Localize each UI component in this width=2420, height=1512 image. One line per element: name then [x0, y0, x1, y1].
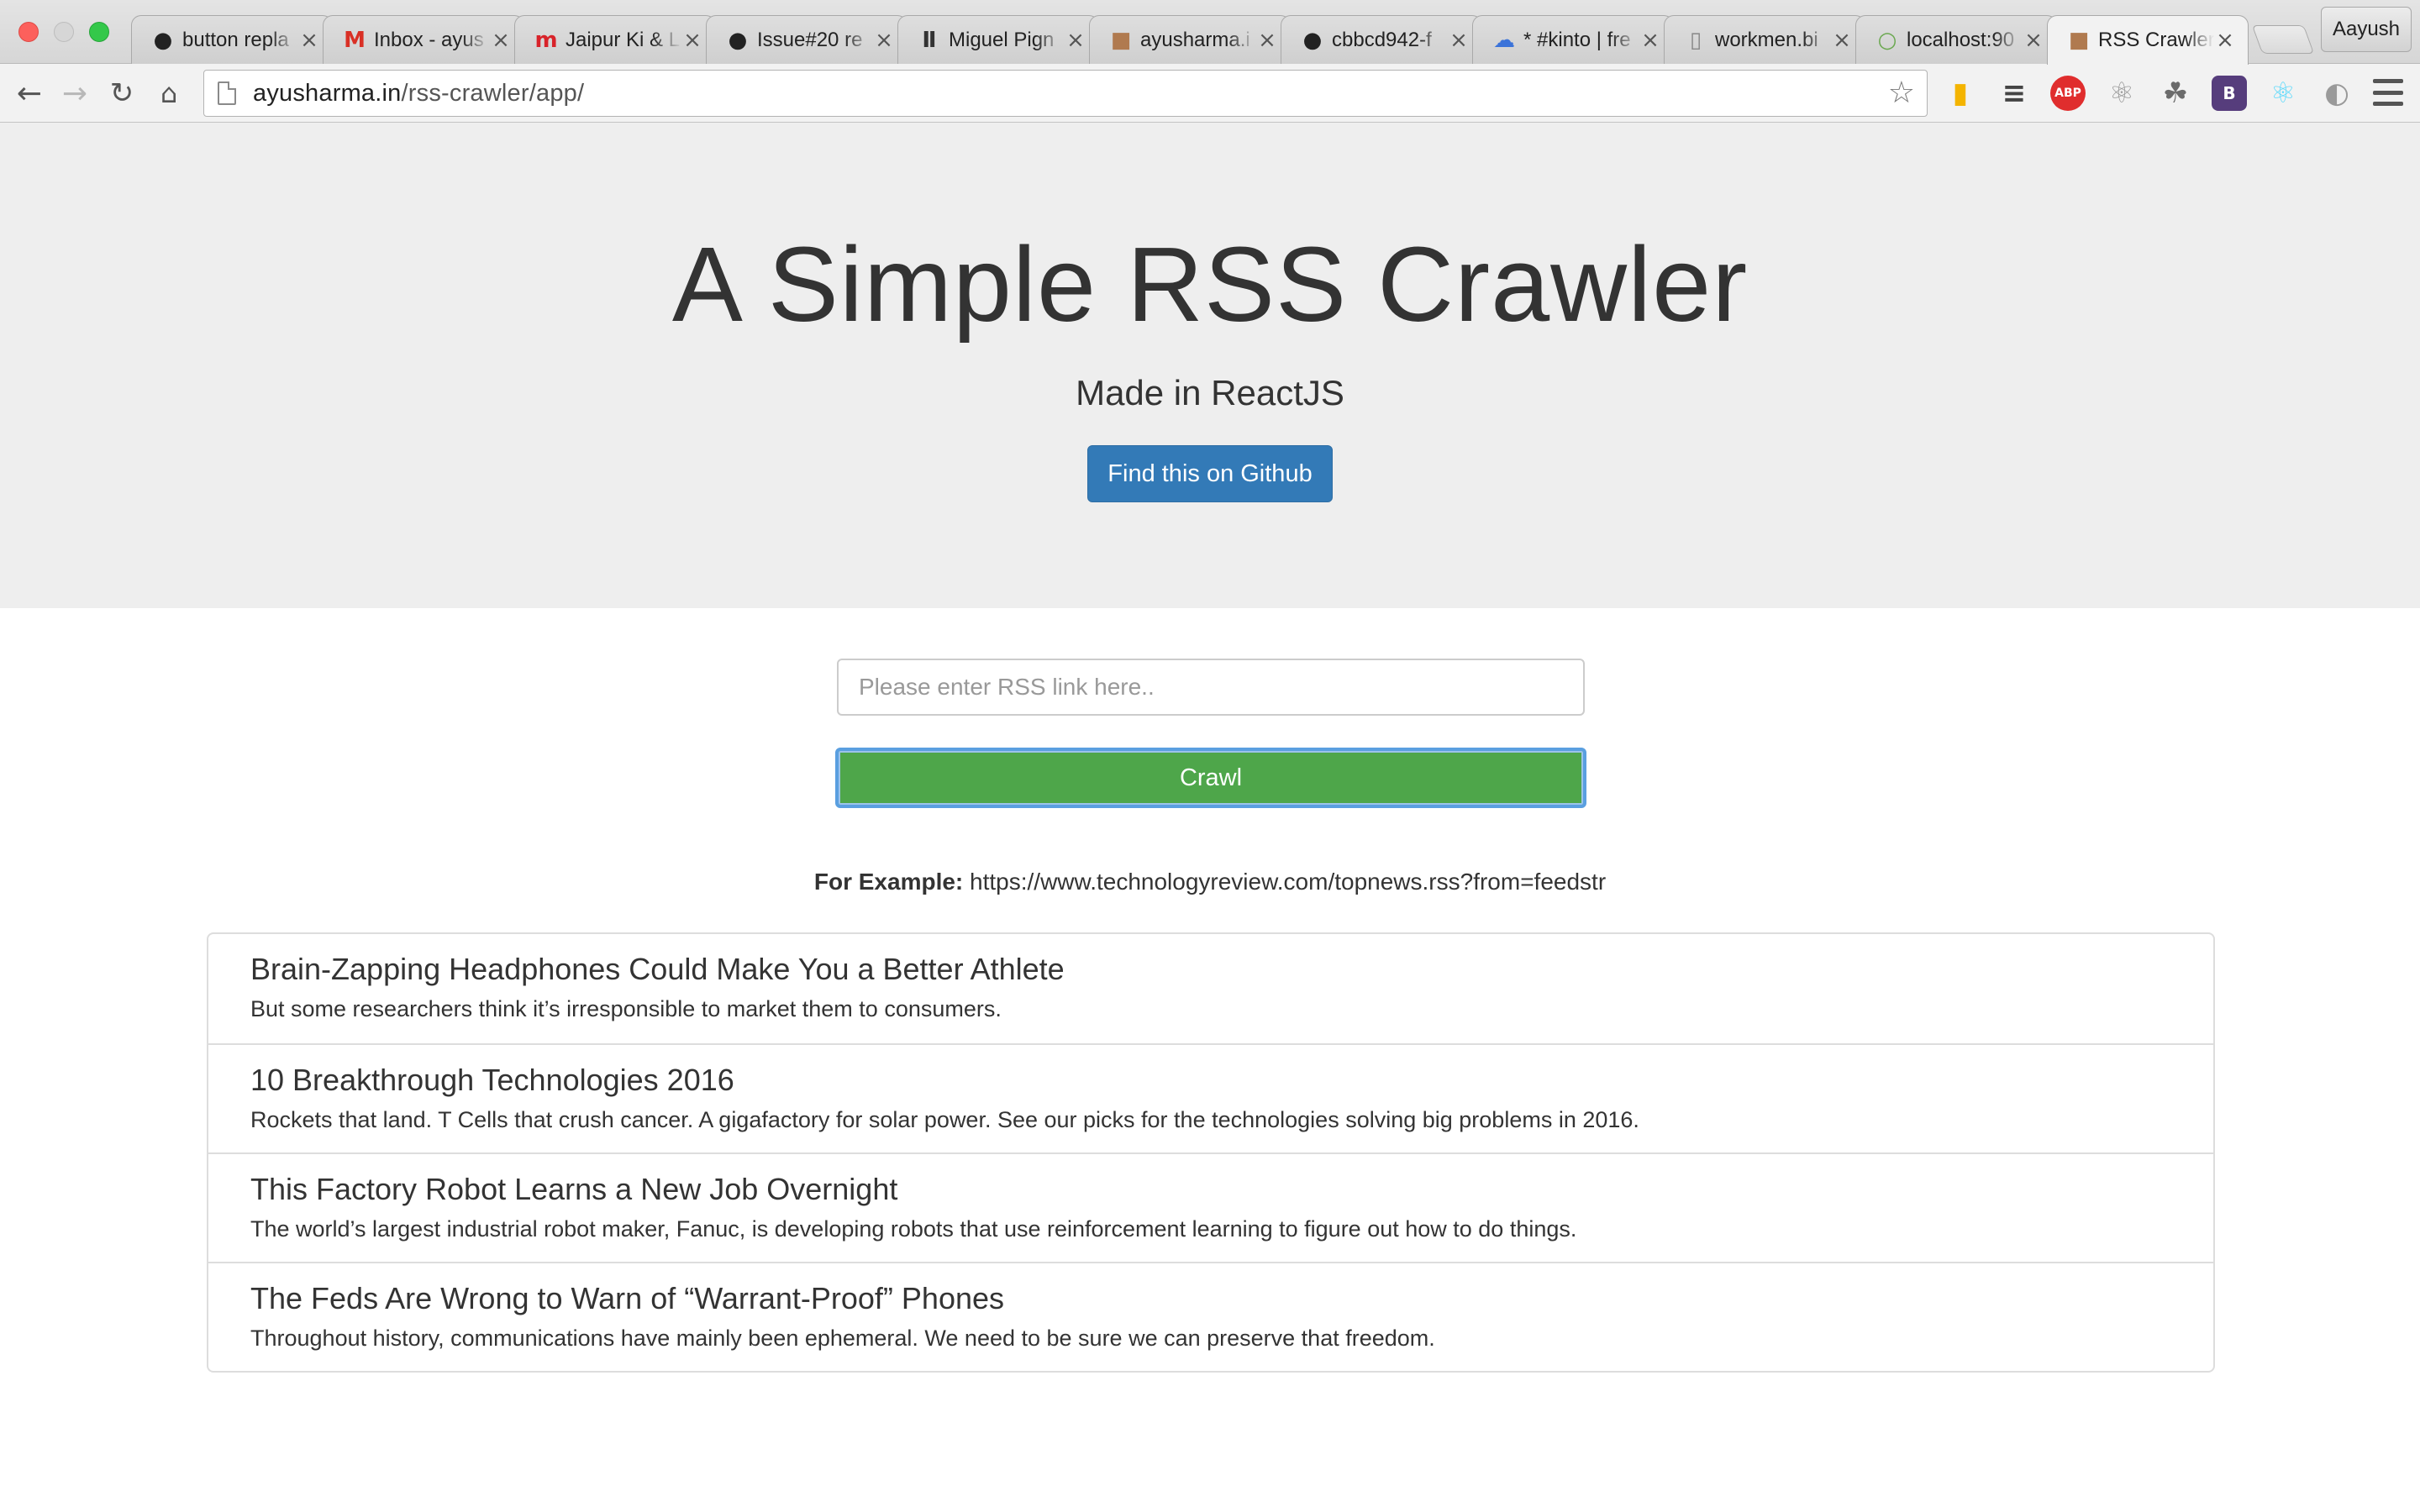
browser-tab[interactable]: ■ ayusharma.i × [1089, 15, 1291, 64]
github-button[interactable]: Find this on Github [1087, 445, 1333, 502]
avatar-icon: ■ [1110, 27, 1132, 53]
close-tab-icon[interactable]: × [1831, 28, 1853, 53]
medium-icon: Ⅱ [922, 27, 937, 53]
close-tab-icon[interactable]: × [2023, 28, 2044, 53]
github-icon: ● [1302, 27, 1323, 53]
example-text: For Example: https://www.technologyrevie… [0, 869, 2420, 895]
tab-strip: ● button repla × M Inbox - ayus × m Jaipur Ki &… [0, 0, 2420, 65]
new-tab-button[interactable] [2251, 25, 2315, 54]
maximize-window-button[interactable] [89, 22, 109, 42]
feed-item-summary: The world’s largest industrial robot mak… [250, 1215, 1577, 1242]
url-text: ayusharma.in/rss-crawler/app/ [253, 79, 585, 107]
close-tab-icon[interactable]: × [298, 28, 320, 53]
tab-title: ayusharma.i [1140, 28, 1250, 51]
example-label: For Example: [813, 869, 964, 895]
browser-tab[interactable]: ▯ workmen.bi × [1664, 15, 1865, 64]
close-tab-icon[interactable]: × [873, 28, 895, 53]
feed-item[interactable]: The Feds Are Wrong to Warn of “Warrant-P… [208, 1262, 2213, 1371]
page-title: A Simple RSS Crawler [671, 225, 1749, 344]
crawl-button[interactable]: Crawl [835, 748, 1586, 808]
close-tab-icon[interactable]: × [490, 28, 512, 53]
avatar-icon: ■ [2068, 28, 2090, 53]
browser-tab[interactable]: Ⅱ Miguel Pign × [897, 15, 1099, 64]
tab-title: button repla [182, 28, 289, 51]
tab-title: cbbcd942-f [1332, 28, 1432, 51]
page-icon: ▯ [1689, 27, 1702, 53]
address-bar[interactable]: ayusharma.in/rss-crawler/app/ ☆ [203, 70, 1928, 117]
feed-item[interactable]: Brain-Zapping Headphones Could Make You … [208, 934, 2213, 1043]
close-tab-icon[interactable]: × [1065, 28, 1086, 53]
browser-toolbar: ← → ↻ ⌂ ayusharma.in/rss-crawler/app/ ☆ … [0, 64, 2420, 123]
loading-icon: ○ [1877, 27, 1897, 53]
feed-item-summary: Throughout history, communications have … [250, 1325, 1435, 1351]
profile-button[interactable]: Aayush [2321, 7, 2412, 52]
hero-section: A Simple RSS Crawler Made in ReactJS Fin… [0, 123, 2420, 608]
feed-item-title[interactable]: 10 Breakthrough Technologies 2016 [250, 1063, 2213, 1097]
close-tab-icon[interactable]: × [681, 28, 703, 53]
traffic-extension-icon[interactable]: ≡ [1996, 76, 2032, 111]
close-tab-icon[interactable]: × [2214, 28, 2236, 53]
gmail-icon: M [344, 27, 366, 53]
browser-tab[interactable]: ● button repla × [131, 15, 333, 64]
irc-cloud-icon: ☁ [1493, 27, 1515, 53]
reload-icon[interactable]: ↻ [103, 74, 141, 113]
grey-extension-icon[interactable]: ◐ [2319, 76, 2354, 111]
feed-item[interactable]: This Factory Robot Learns a New Job Over… [208, 1152, 2213, 1262]
feed-item[interactable]: 10 Breakthrough Technologies 2016 Rockets… [208, 1043, 2213, 1152]
feed-item-title[interactable]: This Factory Robot Learns a New Job Over… [250, 1173, 2213, 1206]
adblock-plus-icon[interactable]: ABP [2050, 76, 2086, 111]
close-window-button[interactable] [18, 22, 39, 42]
page-subtitle: Made in ReactJS [1076, 373, 1344, 412]
browser-tab[interactable]: M Inbox - ayus × [323, 15, 524, 64]
browser-tab[interactable]: ● Issue#20 re × [706, 15, 908, 64]
feed-item-title[interactable]: The Feds Are Wrong to Warn of “Warrant-P… [250, 1282, 2213, 1315]
page-icon [218, 81, 236, 105]
feed-list: Brain-Zapping Headphones Could Make You … [207, 932, 2215, 1373]
back-icon[interactable]: ← [10, 74, 49, 113]
browser-tab[interactable]: m Jaipur Ki & L × [514, 15, 716, 64]
bootstrap-extension-icon[interactable]: B [2212, 76, 2247, 111]
browser-tab[interactable]: ● cbbcd942-f × [1281, 15, 1482, 64]
tab-title: Issue#20 re [757, 28, 863, 51]
bookmark-star-icon[interactable]: ☆ [1888, 76, 1915, 110]
tab-title: Jaipur Ki & L [566, 28, 681, 51]
chrome-menu-icon[interactable] [2373, 79, 2403, 106]
phone-extension-icon[interactable]: ▮ [1943, 76, 1978, 111]
tab-title: workmen.bi [1715, 28, 1818, 51]
feed-item-title[interactable]: Brain-Zapping Headphones Could Make You … [250, 953, 2213, 986]
my-logo-icon: m [534, 27, 558, 53]
browser-tab[interactable]: ■ RSS Crawler × [2047, 15, 2249, 65]
feed-item-summary: But some researchers think it’s irrespon… [250, 995, 1002, 1021]
close-tab-icon[interactable]: × [1639, 28, 1661, 53]
tab-title: Inbox - ayus [374, 28, 484, 51]
forward-icon[interactable]: → [55, 74, 94, 113]
example-url: https://www.technologyreview.com/topnews… [970, 869, 1607, 895]
atom-extension-icon[interactable]: ⚛ [2104, 76, 2139, 111]
react-devtools-icon[interactable]: ⚛ [2265, 76, 2301, 111]
tab-title: Miguel Pign [949, 28, 1055, 51]
bug-extension-icon[interactable]: ☘ [2158, 76, 2193, 111]
home-icon[interactable]: ⌂ [150, 74, 188, 113]
feed-item-summary: Rockets that land. T Cells that crush ca… [250, 1106, 1639, 1132]
rss-link-input[interactable] [837, 659, 1585, 716]
browser-tab[interactable]: ☁ * #kinto | fre × [1472, 15, 1674, 64]
close-tab-icon[interactable]: × [1448, 28, 1470, 53]
github-icon: ● [153, 27, 173, 53]
tab-title: localhost:90 [1907, 28, 2015, 51]
close-tab-icon[interactable]: × [1256, 28, 1278, 53]
minimize-window-button[interactable] [54, 22, 74, 42]
tab-title: * #kinto | fre [1523, 28, 1631, 51]
github-icon: ● [728, 27, 748, 53]
browser-tab[interactable]: ○ localhost:90 × [1855, 15, 2057, 64]
tab-title: RSS Crawler [2098, 29, 2214, 51]
